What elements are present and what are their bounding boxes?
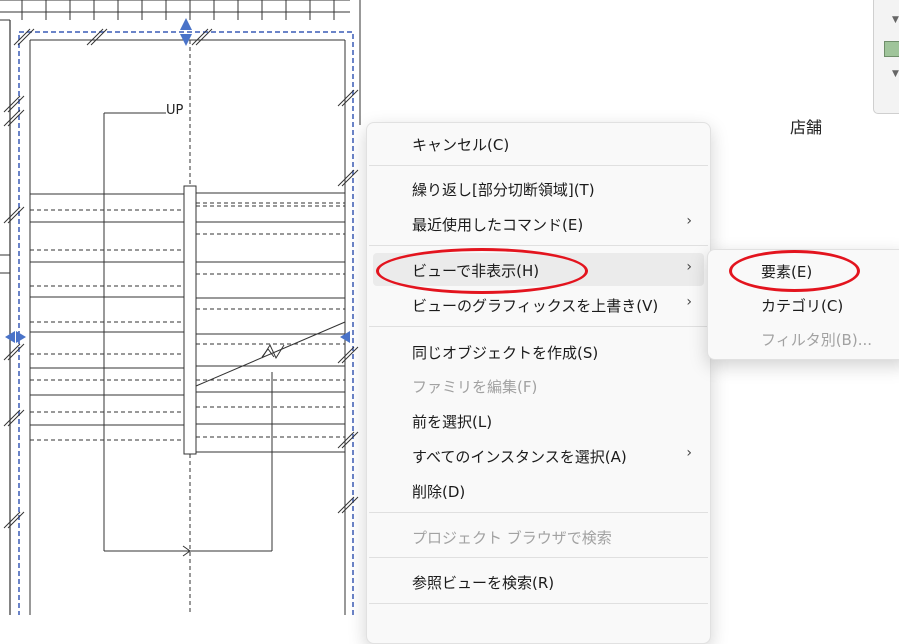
menu-item-label: カテゴリ(C): [761, 297, 844, 315]
menu-item-label: 最近使用したコマンド(E): [412, 216, 584, 234]
menu-item-label: 削除(D): [412, 483, 466, 501]
menu-item-label: ビューのグラフィックスを上書き(V): [412, 297, 659, 315]
context-menu: キャンセル(C) 繰り返し[部分切断領域](T) 最近使用したコマンド(E) ›…: [366, 122, 711, 644]
hatch-tick: [337, 496, 355, 514]
menu-item-find-referring-views[interactable]: 参照ビューを検索(R): [373, 565, 704, 598]
hatch-tick: [341, 169, 359, 187]
hatch-tick: [337, 431, 355, 449]
menu-separator: [369, 512, 708, 513]
hatch-tick: [341, 346, 359, 364]
menu-item-find-in-browser[interactable]: プロジェクト ブラウザで検索: [373, 520, 704, 553]
hatch-tick: [337, 169, 355, 187]
hatch-tick: [341, 89, 359, 107]
menu-item-select-previous[interactable]: 前を選択(L): [373, 404, 704, 437]
menu-item-label: ビューで非表示(H): [412, 262, 540, 280]
hatch-tick: [3, 109, 21, 127]
hatch-tick: [3, 206, 21, 224]
menu-item-label: 前を選択(L): [412, 413, 493, 431]
stair-newel: [183, 185, 197, 455]
chevron-right-icon: ›: [686, 294, 692, 310]
view-control-panel[interactable]: ▼ ▼: [873, 0, 899, 114]
menu-item-select-all-instances[interactable]: すべてのインスタンスを選択(A) ›: [373, 439, 704, 472]
hatch-tick: [3, 343, 21, 361]
room-name-label[interactable]: 店舗: [790, 114, 822, 138]
submenu-item-elements[interactable]: 要素(E): [714, 254, 899, 287]
view-cube-icon[interactable]: [884, 41, 899, 57]
chevron-right-icon: ›: [686, 259, 692, 275]
cut-line: [195, 321, 346, 387]
menu-item-label: 要素(E): [761, 263, 813, 281]
chevron-down-icon[interactable]: ▼: [892, 15, 899, 25]
menu-item-create-similar[interactable]: 同じオブジェクトを作成(S): [373, 335, 704, 368]
menu-item-delete[interactable]: 削除(D): [373, 474, 704, 507]
menu-separator: [369, 603, 708, 604]
grip-handle: [16, 331, 26, 343]
hatch-tick: [3, 409, 21, 427]
menu-item-recent-commands[interactable]: 最近使用したコマンド(E) ›: [373, 207, 704, 240]
menu-item-edit-family[interactable]: ファミリを編集(F): [373, 369, 704, 402]
menu-item-cancel[interactable]: キャンセル(C): [373, 127, 704, 160]
hide-in-view-submenu: 要素(E) カテゴリ(C) フィルタ別(B)...: [707, 249, 899, 360]
menu-item-repeat[interactable]: 繰り返し[部分切断領域](T): [373, 172, 704, 205]
menu-item-label: 繰り返し[部分切断領域](T): [412, 181, 595, 199]
chevron-right-icon: ›: [686, 213, 692, 229]
hatch-tick: [3, 95, 21, 113]
menu-item-label: すべてのインスタンスを選択(A): [412, 448, 627, 466]
chevron-right-icon: ›: [686, 445, 692, 461]
submenu-item-category[interactable]: カテゴリ(C): [714, 288, 899, 321]
hatch-tick: [341, 431, 359, 449]
menu-separator: [369, 165, 708, 166]
menu-item-label: キャンセル(C): [412, 136, 510, 154]
menu-separator: [369, 326, 708, 327]
menu-separator: [369, 557, 708, 558]
menu-item-label: プロジェクト ブラウザで検索: [412, 529, 612, 547]
chevron-down-icon[interactable]: ▼: [892, 69, 899, 79]
menu-item-label: 同じオブジェクトを作成(S): [412, 344, 599, 362]
hatch-tick: [3, 511, 21, 529]
menu-item-hide-in-view[interactable]: ビューで非表示(H) ›: [373, 253, 704, 286]
menu-item-label: ファミリを編集(F): [412, 378, 538, 396]
menu-separator: [369, 245, 708, 246]
stair-up-label: UP: [166, 103, 184, 118]
hatch-tick: [341, 496, 359, 514]
hatch-tick: [337, 89, 355, 107]
submenu-item-by-filter[interactable]: フィルタ別(B)...: [714, 322, 899, 355]
menu-item-override-graphics[interactable]: ビューのグラフィックスを上書き(V) ›: [373, 288, 704, 321]
menu-item-label: 参照ビューを検索(R): [412, 574, 555, 592]
hatch-tick: [337, 346, 355, 364]
menu-item-label: フィルタ別(B)...: [761, 331, 872, 349]
